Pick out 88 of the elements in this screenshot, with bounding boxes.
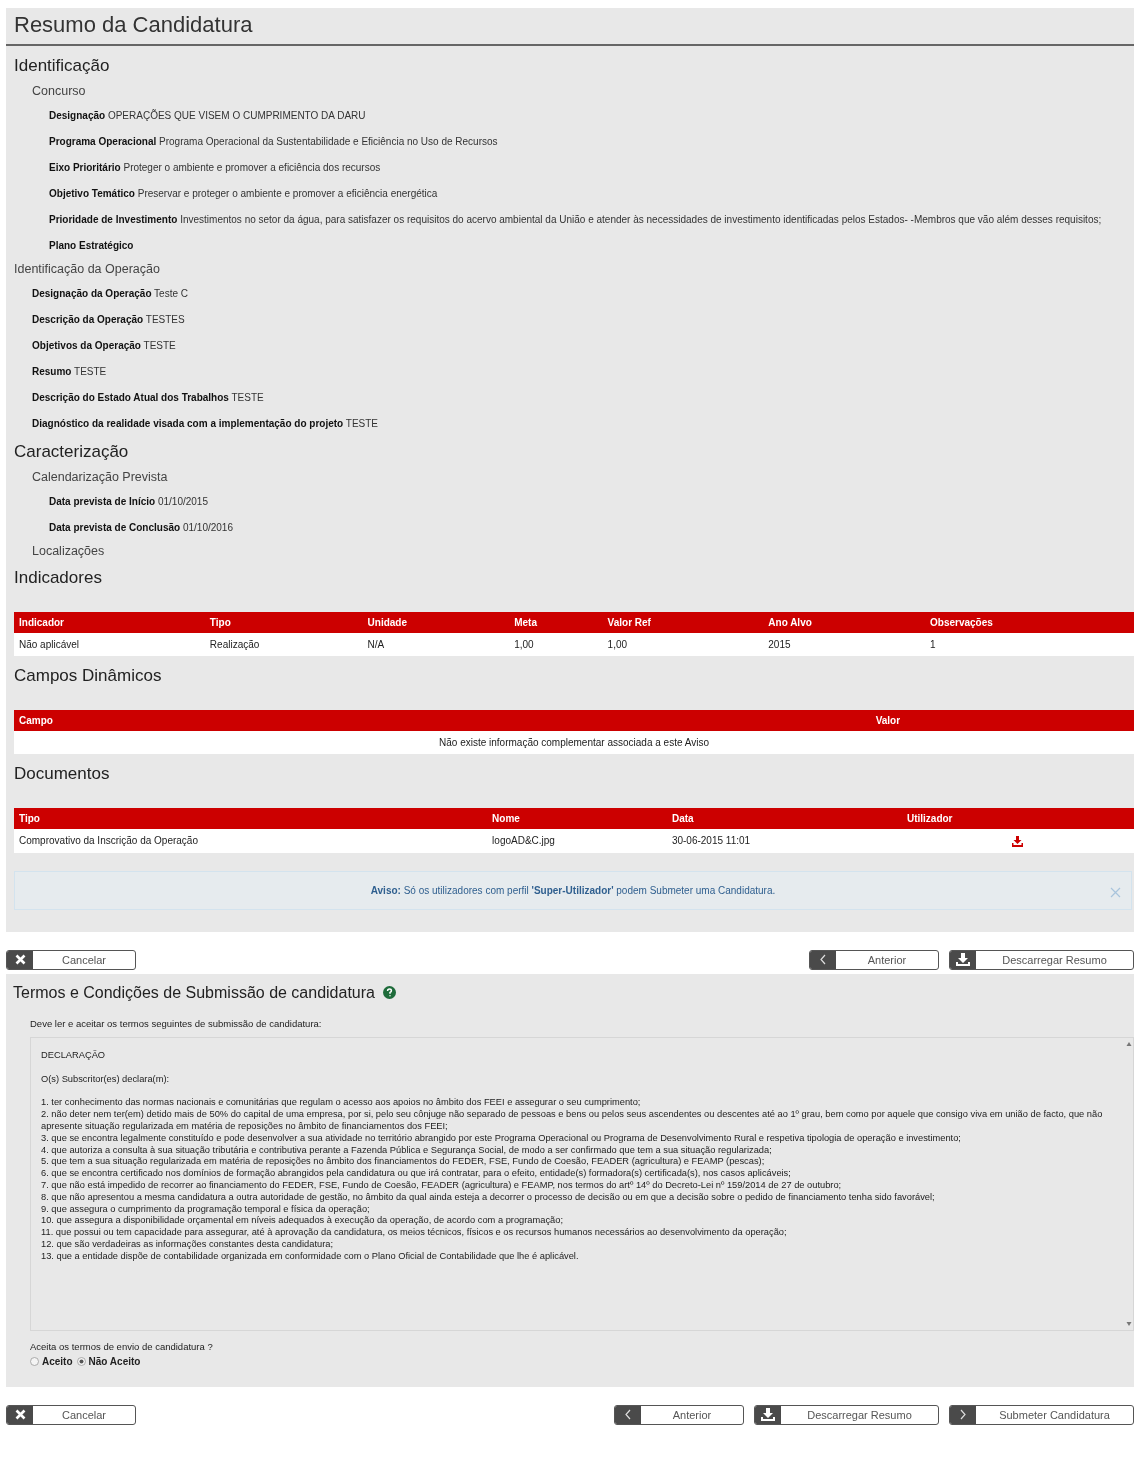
table-cell: 1,00: [509, 633, 603, 656]
cancel-button[interactable]: Cancelar: [6, 949, 136, 970]
section-heading: Documentos: [14, 764, 111, 784]
field: Eixo Prioritário Proteger o ambiente e promover a eficiência dos recursos: [49, 159, 1134, 176]
field: Descrição do Estado Atual dos Trabalhos TESTE: [32, 389, 1134, 406]
cancel-button[interactable]: Cancelar: [6, 1404, 136, 1425]
column-header: Ano Alvo: [763, 612, 925, 633]
declaration-item: 4. que autoriza a consulta à sua situação tributária e contributiva perante a Fazenda Pública e Segurança Social, de modo a ser confirmado que tem a sua situação regularizada;: [41, 1144, 773, 1157]
column-header: Meta: [509, 612, 603, 633]
table-cell: 1: [925, 633, 1134, 656]
declaration-intro: O(s) Subscritor(es) declara(m):: [41, 1073, 171, 1086]
download-button[interactable]: Descarregar Resumo: [754, 1404, 939, 1425]
close-icon: [14, 954, 26, 966]
chevron-right-icon: [960, 1409, 966, 1421]
declaration-item: 10. que assegura a disponibilidade orçamental em níveis adequados à execução da operação, de acordo com a programação;: [41, 1215, 564, 1228]
field: Designação OPERAÇÕES QUE VISEM O CUMPRIMENTO DA DARU: [49, 107, 1134, 124]
field: Data prevista de Início 01/10/2015: [49, 493, 1134, 510]
declaration-heading: DECLARAÇÃO: [41, 1049, 107, 1062]
declaration-item: 3. que se encontra legalmente constituído e pode desenvolver a sua atividade no território abrangido por este Programa Operacional ou Programa de Desenvolvimento Rural e respetiva tipologia de operação e investimento;: [41, 1132, 962, 1145]
field: Prioridade de Investimento Investimentos no setor da água, para satisfazer os requisitos do acervo ambiental da União e atender às necessidades de investimento identificadas pelos Estados- -Membros que vão além desses requisitos;: [49, 211, 1134, 228]
column-header: Valor Ref: [602, 612, 764, 633]
submit-button[interactable]: Submeter Candidatura: [949, 1404, 1134, 1425]
column-header: Tipo: [14, 808, 488, 829]
subsection-heading: Concurso: [32, 84, 87, 98]
column-header: Campo: [14, 710, 642, 731]
declaration-item: 12. que são verdadeiras as informações constantes desta candidatura;: [41, 1239, 334, 1251]
chevron-left-icon: [820, 954, 826, 966]
radio-button[interactable]: [76, 1356, 86, 1366]
section-heading: Caracterização: [14, 442, 130, 462]
radio-label[interactable]: Não Aceito: [88, 1355, 141, 1367]
declaration-item: 7. que não está impedido de recorrer ao financiamento do FEDER, FSE, Fundo de Coesão, FEADER (agricultura) e FEAMP, nos termos do artº 14º do Decreto-Lei nº 159/2014 de 27 de outubro;: [41, 1180, 843, 1192]
field: Objetivo Temático Preservar e proteger o ambiente e promover a eficiência energética: [49, 185, 1134, 202]
terms-intro: Deve ler e aceitar os termos seguintes de submissão de candidatura:: [30, 1017, 323, 1029]
table-cell: Comprovativo da Inscrição da Operação: [14, 829, 488, 853]
previous-button[interactable]: Anterior: [614, 1404, 744, 1425]
section-heading: Indicadores: [14, 568, 103, 588]
column-header: Nome: [487, 808, 667, 829]
declaration-item: 1. ter conhecimento das normas nacionais e comunitárias que regulam o acesso aos apoios no âmbito dos FEEI e assegurar o seu cumprimento;: [41, 1097, 642, 1110]
column-header: Indicador: [14, 612, 205, 633]
declaration-item: 9. que assegura o cumprimento da programação temporal e física da operação;: [41, 1203, 371, 1216]
column-header: Observações: [925, 612, 1134, 633]
empty-message: Não existe informação complementar associada a este Aviso: [14, 731, 1134, 754]
table-cell: Realização: [204, 633, 363, 656]
field: Objetivos da Operação TESTE: [32, 337, 1134, 354]
column-header: Unidade: [362, 612, 510, 633]
subsection-heading: Localizações: [32, 544, 106, 558]
page-title: Resumo da Candidatura: [6, 8, 1134, 46]
download-button[interactable]: Descarregar Resumo: [949, 949, 1134, 970]
download-icon: [761, 1408, 775, 1422]
declaration-item: 5. que tem a sua situação regularizada em matéria de reposições no âmbito dos financiamentos do FEDER, FSE, Fundo de Coesão, FEADER (agricultura) e FEAMP (pescas);: [41, 1156, 766, 1169]
column-header: Utilizador: [901, 808, 1134, 829]
table-cell: 1,00: [602, 633, 764, 656]
download-icon[interactable]: [1012, 835, 1024, 847]
declaration-item: 8. que não apresentou a mesma candidatura a outra autoridade de gestão, no âmbito da qual ainda esteja a decorrer o processo de decisão ou em que a decisão sobre o pedido de financiamento tenha sido favorável;: [41, 1191, 936, 1204]
column-header: Valor: [641, 710, 1134, 731]
download-icon: [956, 953, 970, 967]
subsection-heading: Identificação da Operação: [14, 262, 161, 276]
subsection-heading: Calendarização Prevista: [32, 470, 169, 484]
table-cell: logoAD&C.jpg: [487, 829, 667, 853]
radio-button[interactable]: [30, 1356, 39, 1366]
declaration-item: 13. que a entidade dispõe de contabilidade organizada em conformidade com o Plano Oficial de Contabilidade que lhe é aplicável.: [41, 1250, 580, 1263]
section-heading: Identificação: [14, 56, 111, 76]
chevron-left-icon: [625, 1409, 631, 1421]
previous-button[interactable]: Anterior: [809, 949, 939, 970]
declaration-item: 2. não deter nem ter(em) detido mais de 50% do capital de uma empresa, por si, pelo seu cônjuge não separado de pessoas e bens ou pelos seus ascendentes ou descentes até ao 1º grau, bem como por aquele que consigo viva em união de facto, que não apresente situação regularizada em matéria de reposições no âmbito de financiamentos dos FEEI;: [41, 1109, 1104, 1133]
terms-question: Aceita os termos de envio de candidatura ?: [30, 1340, 214, 1352]
table-cell: 2015: [763, 633, 925, 656]
field: Programa Operacional Programa Operacional da Sustentabilidade e Eficiência no Uso de Recursos: [49, 133, 1134, 150]
column-header: Tipo: [204, 612, 363, 633]
table-cell: Não aplicável: [14, 633, 205, 656]
field: Data prevista de Conclusão 01/10/2016: [49, 519, 1134, 536]
column-header: Data: [666, 808, 902, 829]
field: Plano Estratégico: [49, 237, 1134, 254]
declaration-textarea[interactable]: [30, 1036, 1134, 1331]
table-cell: 30-06-2015 11:01: [666, 829, 902, 853]
field: Resumo TESTE: [32, 363, 1134, 380]
field: Diagnóstico da realidade visada com a implementação do projeto TESTE: [32, 415, 1134, 432]
notice-text: Aviso: Só os utilizadores com perfil 'Super-Utilizador' podem Submeter uma Candidatura.: [370, 884, 776, 896]
close-icon: [14, 1409, 26, 1421]
radio-label[interactable]: Aceito: [42, 1355, 73, 1367]
declaration-item: 11. que possui ou tem capacidade para assegurar, até à aprovação da candidatura, os meios técnicos, físicos e os recursos humanos necessários ao desenvolvimento da operação;: [41, 1227, 788, 1239]
terms-title: Termos e Condições de Submissão de candidatura: [13, 983, 375, 1002]
section-heading: Campos Dinâmicos: [14, 666, 163, 686]
field: Descrição da Operação TESTES: [32, 311, 1134, 328]
field: Designação da Operação Teste C: [32, 285, 1134, 302]
help-icon[interactable]: [383, 986, 396, 1000]
declaration-item: 6. que se encontra certificado nos domínios de formação abrangidos pela candidatura ou que irá contratar, para o efeito, entidade(s) formadora(s) certificada(s), nos casos aplicáveis;: [41, 1168, 792, 1181]
table-cell: N/A: [362, 633, 510, 656]
